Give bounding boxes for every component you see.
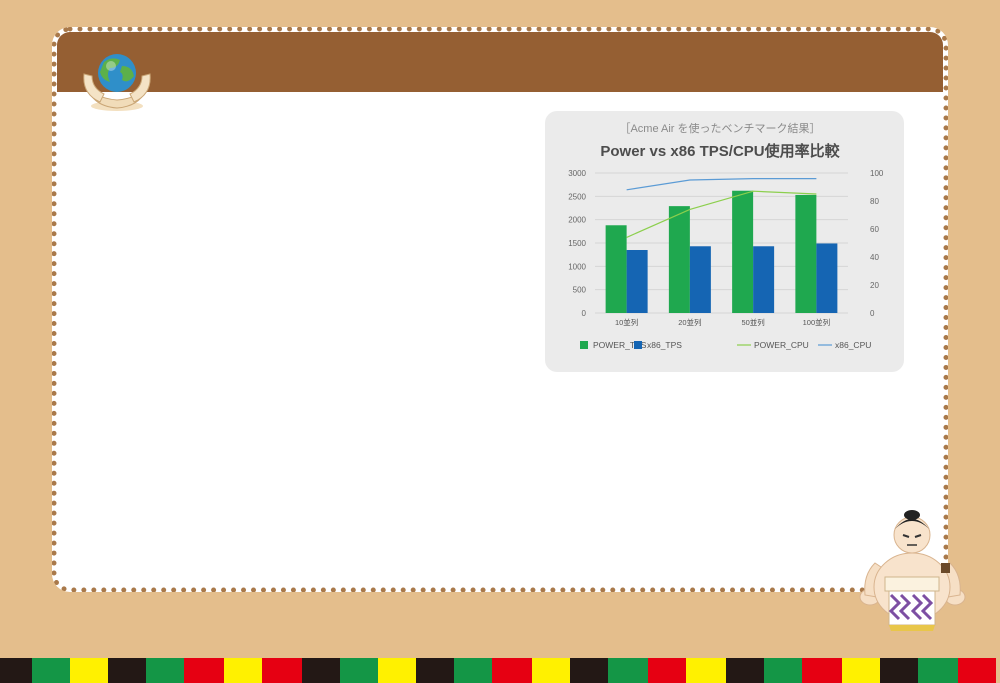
stripe-segment <box>608 658 648 683</box>
stripe-segment <box>492 658 532 683</box>
stripe-segment <box>32 658 70 683</box>
stripe-segment <box>340 658 378 683</box>
bar-x86-tps <box>753 246 775 313</box>
x-tick-label: 50並列 <box>741 317 764 327</box>
stripe-segment <box>648 658 686 683</box>
bar-power-tps <box>795 194 817 313</box>
y-left-tick-label: 1000 <box>568 262 586 271</box>
stripe-segment <box>454 658 492 683</box>
stripe-segment <box>880 658 918 683</box>
y-right-tick-label: 0 <box>870 309 875 318</box>
globe-in-hands-icon <box>83 54 151 111</box>
stripe-segment <box>686 658 726 683</box>
stripe-segment <box>726 658 764 683</box>
y-right-tick-label: 80 <box>870 197 879 206</box>
x-tick-label: 100並列 <box>803 317 831 327</box>
chart-title: Power vs x86 TPS/CPU使用率比較 <box>600 142 840 160</box>
stripe-segment <box>262 658 302 683</box>
bar-x86-tps <box>626 250 648 313</box>
stripe-segment <box>416 658 454 683</box>
y-left-tick-label: 500 <box>573 286 587 295</box>
bar-power-tps <box>732 190 754 313</box>
stripe-segment <box>802 658 842 683</box>
stripe-segment <box>224 658 262 683</box>
stripe-segment <box>0 658 32 683</box>
benchmark-chart: ［Acme Air を使ったベンチマーク結果］ Power vs x86 TPS… <box>568 121 884 350</box>
stripe-segment <box>184 658 224 683</box>
legend-label: x86_TPS <box>647 340 682 350</box>
legend-swatch <box>634 341 642 349</box>
bar-x86-tps <box>816 243 838 313</box>
stripe-segment <box>108 658 146 683</box>
y-right-tick-label: 20 <box>870 281 879 290</box>
legend-label: x86_CPU <box>835 340 871 350</box>
y-left-tick-label: 1500 <box>568 239 586 248</box>
bar-x86-tps <box>689 246 711 313</box>
y-right-tick-label: 100 <box>870 169 884 178</box>
stripe-segment <box>842 658 880 683</box>
stripe-segment <box>70 658 108 683</box>
stripe-segment <box>918 658 958 683</box>
sumo-wrestler-icon <box>859 510 966 631</box>
stripe-segment <box>570 658 608 683</box>
bar-power-tps <box>605 225 627 313</box>
stripe-segment <box>378 658 416 683</box>
y-right-tick-label: 60 <box>870 225 879 234</box>
x-tick-label: 10並列 <box>615 317 638 327</box>
y-right-tick-label: 40 <box>870 253 879 262</box>
stripe-segment <box>764 658 802 683</box>
stripe-segment <box>302 658 340 683</box>
x-tick-label: 20並列 <box>678 317 701 327</box>
legend-label: POWER_CPU <box>754 340 809 350</box>
y-left-tick-label: 2500 <box>568 192 586 201</box>
y-left-tick-label: 3000 <box>568 169 586 178</box>
decorative-stripe-band <box>0 658 1000 683</box>
y-left-tick-label: 0 <box>582 309 587 318</box>
stripe-segment <box>958 658 996 683</box>
stripe-segment <box>532 658 570 683</box>
line-power-cpu <box>626 190 817 238</box>
frame-header <box>57 32 943 92</box>
line-x86-cpu <box>626 177 817 191</box>
stripe-segment <box>146 658 184 683</box>
chart-card: ［Acme Air を使ったベンチマーク結果］ Power vs x86 TPS… <box>545 111 904 372</box>
bar-power-tps <box>668 206 690 313</box>
legend-swatch <box>580 341 588 349</box>
y-left-tick-label: 2000 <box>568 216 586 225</box>
chart-subtitle: ［Acme Air を使ったベンチマーク結果］ <box>619 121 820 135</box>
